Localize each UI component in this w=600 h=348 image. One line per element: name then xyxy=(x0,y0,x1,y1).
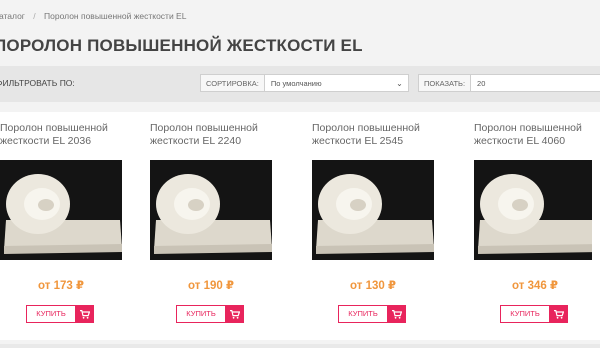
product-image[interactable] xyxy=(312,160,434,260)
catalog-toolbar: ФИЛЬТРОВАТЬ ПО: СОРТИРОВКА: По умолчанию… xyxy=(0,66,600,102)
add-to-cart-button[interactable] xyxy=(226,305,244,323)
sort-control: СОРТИРОВКА: По умолчанию ⌄ xyxy=(200,74,409,92)
breadcrumb-current: Поролон повышенной жесткости EL xyxy=(44,11,187,21)
product-image[interactable] xyxy=(150,160,272,260)
buy-button[interactable]: КУПИТЬ xyxy=(176,305,226,323)
sort-select[interactable]: По умолчанию ⌄ xyxy=(264,74,409,92)
product-title[interactable]: Поролон повышенной жесткости EL 2545 xyxy=(312,122,452,148)
product-title[interactable]: Поролон повышенной жесткости EL 4060 xyxy=(474,122,600,148)
foam-roll-image xyxy=(0,160,122,260)
product-image[interactable] xyxy=(0,160,122,260)
product-price: от 173 ₽ xyxy=(38,280,84,292)
buy-group: КУПИТЬ xyxy=(500,305,568,323)
buy-group: КУПИТЬ xyxy=(26,305,94,323)
cart-icon xyxy=(554,309,564,319)
page-divider xyxy=(0,344,600,348)
show-count-input[interactable]: 20 xyxy=(471,74,600,92)
product-price: от 130 ₽ xyxy=(350,280,396,292)
cart-icon xyxy=(392,309,402,319)
product-image[interactable] xyxy=(474,160,592,260)
show-label: ПОКАЗАТЬ: xyxy=(418,74,472,92)
show-control: ПОКАЗАТЬ: 20 xyxy=(418,74,600,92)
foam-roll-image xyxy=(150,160,272,260)
add-to-cart-button[interactable] xyxy=(550,305,568,323)
product-price: от 346 ₽ xyxy=(512,280,558,292)
sort-label: СОРТИРОВКА: xyxy=(200,74,265,92)
buy-group: КУПИТЬ xyxy=(176,305,244,323)
foam-roll-image xyxy=(312,160,434,260)
product-title[interactable]: Поролон повышенной жесткости EL 2036 xyxy=(0,122,140,148)
cart-icon xyxy=(80,309,90,319)
page-title: ПОРОЛОН ПОВЫШЕННОЙ ЖЕСТКОСТИ EL xyxy=(0,36,363,55)
product-card[interactable]: Поролон повышенной жесткости EL 2240 от … xyxy=(140,112,302,340)
product-price: от 190 ₽ xyxy=(188,280,234,292)
breadcrumb: Каталог / Поролон повышенной жесткости E… xyxy=(0,11,186,21)
buy-button[interactable]: КУПИТЬ xyxy=(338,305,388,323)
product-title[interactable]: Поролон повышенной жесткости EL 2240 xyxy=(150,122,290,148)
cart-icon xyxy=(230,309,240,319)
buy-button[interactable]: КУПИТЬ xyxy=(26,305,76,323)
add-to-cart-button[interactable] xyxy=(388,305,406,323)
add-to-cart-button[interactable] xyxy=(76,305,94,323)
buy-group: КУПИТЬ xyxy=(338,305,406,323)
breadcrumb-catalog-link[interactable]: Каталог xyxy=(0,11,25,21)
product-card[interactable]: Поролон повышенной жесткости EL 4060 от … xyxy=(464,112,600,340)
product-card[interactable]: Поролон повышенной жесткости EL 2545 от … xyxy=(302,112,464,340)
chevron-down-icon: ⌄ xyxy=(396,79,403,88)
sort-value: По умолчанию xyxy=(270,79,322,88)
breadcrumb-separator: / xyxy=(33,11,36,21)
filter-toggle[interactable]: ФИЛЬТРОВАТЬ ПО: xyxy=(0,78,75,88)
product-card[interactable]: Поролон повышенной жесткости EL 2036 от … xyxy=(0,112,152,340)
buy-button[interactable]: КУПИТЬ xyxy=(500,305,550,323)
foam-roll-image xyxy=(474,160,592,260)
